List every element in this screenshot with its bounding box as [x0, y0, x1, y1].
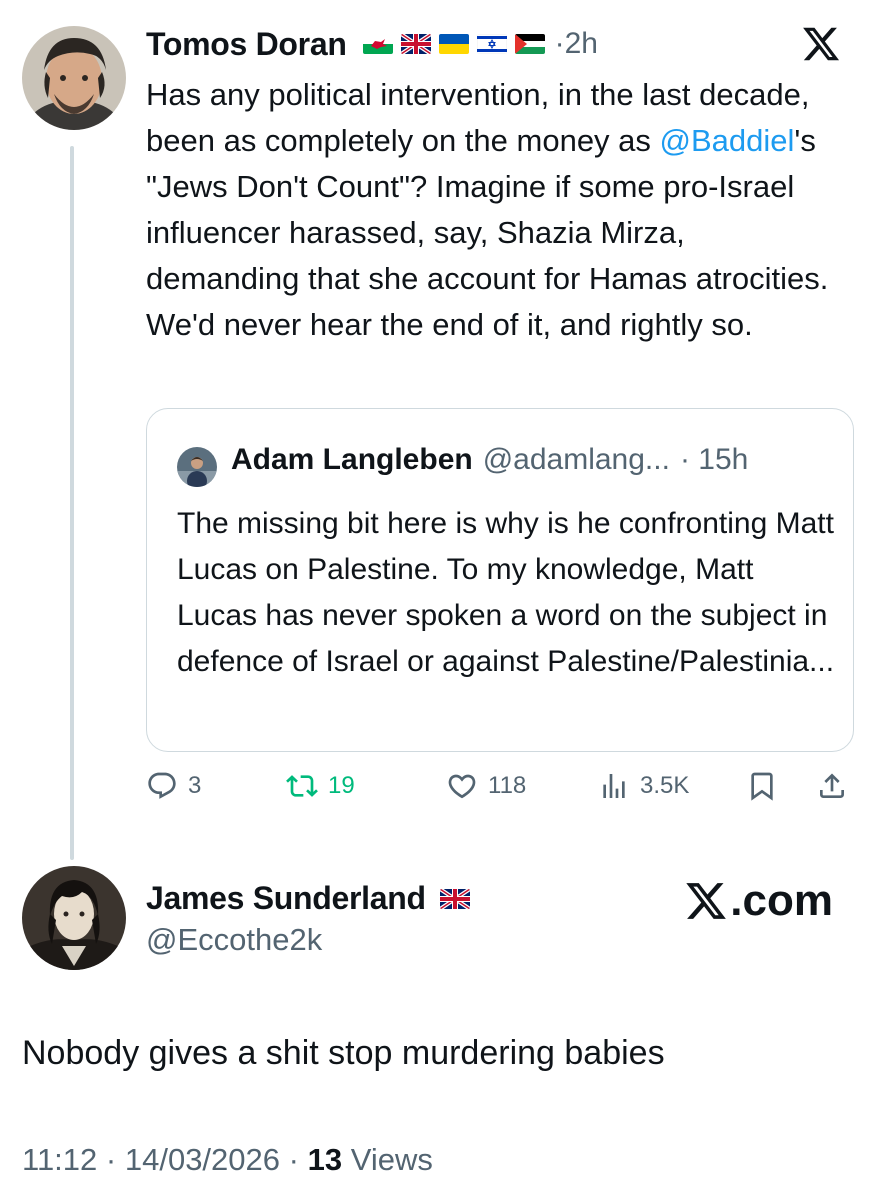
- views-chart-icon: [603, 774, 625, 798]
- x-logo-icon: [686, 883, 727, 919]
- tweet-header: James Sunderland: [146, 880, 470, 917]
- tweet-date[interactable]: 14/03/2026: [125, 1142, 280, 1177]
- tweet-header: Tomos Doran ·2h: [146, 22, 598, 66]
- bookmark-button[interactable]: [746, 770, 778, 802]
- share-button[interactable]: [816, 770, 848, 802]
- retweet-count: 19: [328, 772, 355, 799]
- quoted-time: · 15h: [679, 443, 749, 476]
- views-label: Views: [350, 1142, 433, 1177]
- tweet-meta: 11:12 · 14/03/2026 · 13 Views: [22, 1142, 433, 1177]
- bookmark-icon: [751, 772, 773, 801]
- tweet-text: Nobody gives a shit stop murdering babie…: [22, 1034, 665, 1072]
- like-count: 118: [488, 772, 527, 799]
- views-count: 3.5K: [640, 772, 690, 799]
- avatar[interactable]: [22, 26, 126, 130]
- tweet-text: Has any political intervention, in the l…: [146, 77, 829, 342]
- uk-flag-icon: [439, 888, 470, 909]
- retweet-button[interactable]: 19: [286, 770, 355, 802]
- quoted-tweet-card[interactable]: Adam Langleben @adamlang... · 15h The mi…: [146, 408, 854, 752]
- avatar[interactable]: [22, 866, 126, 970]
- tweet-time[interactable]: ·2h: [555, 27, 598, 61]
- thread-line: [70, 146, 74, 860]
- user-handle[interactable]: @Eccothe2k: [146, 922, 322, 958]
- quoted-display-name: Adam Langleben: [231, 443, 473, 476]
- views-button[interactable]: 3.5K: [598, 770, 689, 802]
- quoted-handle: @adamlang...: [482, 443, 670, 476]
- palestine-flag-icon: [514, 34, 545, 54]
- uk-flag-icon: [400, 34, 431, 54]
- ukraine-flag-icon: [438, 34, 469, 54]
- display-name[interactable]: Tomos Doran: [146, 26, 347, 63]
- quoted-tweet-text: The missing bit here is why is he confro…: [177, 507, 835, 678]
- reply-icon: [148, 772, 176, 799]
- action-bar: 3 19 118 3.5K: [146, 770, 854, 814]
- like-button[interactable]: 118: [446, 770, 526, 802]
- quoted-tweet-header: Adam Langleben @adamlang... · 15h: [231, 443, 748, 477]
- quoted-avatar: [177, 447, 217, 487]
- reply-button[interactable]: 3: [146, 770, 201, 802]
- mention-link[interactable]: @Baddiel: [660, 123, 795, 158]
- israel-flag-icon: [476, 34, 507, 54]
- flag-emojis: [362, 34, 545, 54]
- retweet-icon: [286, 775, 318, 797]
- x-logo-icon: [801, 24, 841, 64]
- reply-count: 3: [188, 772, 202, 799]
- display-name[interactable]: James Sunderland: [146, 880, 426, 917]
- x-com-watermark: .com: [684, 876, 833, 926]
- heart-icon: [448, 774, 476, 799]
- wales-flag-icon: [362, 34, 393, 54]
- share-icon: [820, 773, 844, 798]
- tweet-timestamp[interactable]: 11:12: [22, 1142, 97, 1177]
- views-number: 13: [307, 1142, 343, 1177]
